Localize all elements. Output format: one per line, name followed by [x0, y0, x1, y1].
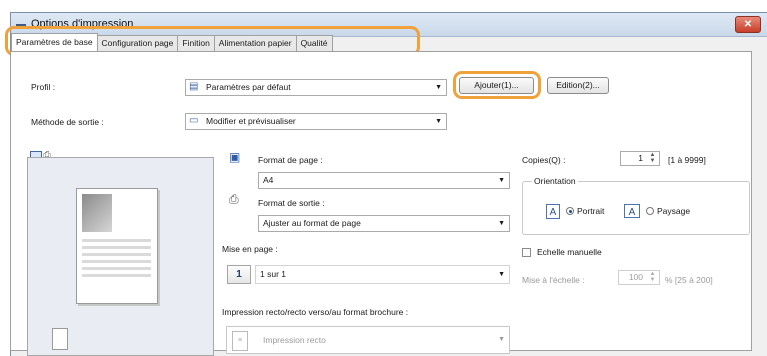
page-size-icon: ▣ [229, 150, 241, 164]
copies-input[interactable]: 1 ▲ ▼ [620, 151, 660, 166]
scaling-input[interactable]: 100 ▲ ▼ [618, 270, 660, 285]
scaling-label: Mise à l'échelle : [522, 275, 585, 285]
copies-spinner[interactable]: ▲ ▼ [647, 152, 658, 164]
landscape-label[interactable]: Paysage [657, 206, 690, 216]
close-icon: ✕ [743, 19, 753, 30]
scaling-range: % [25 à 200] [665, 275, 713, 285]
add-profile-button[interactable]: Ajouter(1)... [459, 77, 534, 94]
portrait-radio[interactable] [566, 207, 574, 215]
orientation-landscape-icon[interactable]: A [624, 204, 640, 218]
copies-label: Copies(Q) : [522, 155, 566, 165]
profile-value: Paramètres par défaut [206, 82, 291, 92]
duplex-select[interactable]: ≡ Impression recto ▼ [226, 326, 510, 354]
copies-range: [1 à 9999] [668, 155, 706, 165]
chevron-down-icon: ▼ [435, 84, 442, 91]
tab-finishing[interactable]: Finition [177, 35, 215, 51]
duplex-label: Impression recto/recto verso/au format b… [222, 307, 409, 317]
preview-page [76, 188, 158, 304]
page-size-label: Format de page : [258, 155, 323, 165]
output-size-icon: ⎙ [229, 192, 239, 206]
edit-profile-button[interactable]: Edition(2)... [547, 77, 609, 94]
scaling-value: 100 [628, 272, 643, 282]
layout-label: Mise en page : [222, 244, 278, 254]
chevron-down-icon: ▼ [498, 336, 505, 343]
output-method-label: Méthode de sortie : [31, 117, 104, 127]
output-method-icon: ▭ [189, 115, 199, 126]
manual-scaling-label[interactable]: Echelle manuelle [537, 247, 602, 257]
output-size-label: Format de sortie : [258, 198, 325, 208]
tab-page-setup[interactable]: Configuration page [96, 35, 179, 51]
page-size-select[interactable]: A4 ▼ [258, 172, 510, 189]
output-size-value: Ajuster au format de page [263, 218, 361, 228]
chevron-down-icon: ▼ [435, 118, 442, 125]
close-button[interactable]: ✕ [735, 16, 761, 33]
manual-scaling-checkbox[interactable] [522, 248, 531, 257]
page-size-value: A4 [263, 175, 274, 185]
duplex-icon: ≡ [232, 331, 248, 351]
landscape-radio[interactable] [646, 207, 654, 215]
chevron-down-icon: ▼ [498, 220, 505, 227]
chevron-down-icon: ▼ [498, 177, 505, 184]
layout-icon: 1 [227, 265, 251, 284]
duplex-value: Impression recto [263, 335, 326, 345]
profile-select[interactable]: ▤ Paramètres par défaut ▼ [185, 79, 447, 96]
orientation-title: Orientation [532, 176, 578, 186]
profile-icon: ▤ [189, 81, 199, 92]
tab-bar: Paramètres de base Configuration page Fi… [11, 33, 333, 51]
portrait-label[interactable]: Portrait [577, 206, 604, 216]
chevron-down-icon: ▼ [498, 271, 505, 278]
output-size-select[interactable]: Ajuster au format de page ▼ [258, 215, 510, 232]
layout-value: 1 sur 1 [260, 269, 286, 279]
tab-paper-source[interactable]: Alimentation papier [213, 35, 297, 51]
preview-duplex-page [52, 328, 68, 350]
layout-select[interactable]: 1 sur 1 ▼ [255, 265, 510, 284]
print-preview [27, 157, 214, 356]
output-method-value: Modifier et prévisualiser [206, 116, 296, 126]
profile-label: Profil : [31, 82, 56, 92]
orientation-portrait-icon[interactable]: A [546, 204, 560, 219]
copies-value: 1 [638, 153, 643, 163]
scaling-spinner[interactable]: ▲ ▼ [647, 271, 658, 283]
tab-quality[interactable]: Qualité [295, 35, 333, 51]
preview-image [82, 194, 112, 232]
tab-basic-settings[interactable]: Paramètres de base [11, 33, 98, 51]
output-method-select[interactable]: ▭ Modifier et prévisualiser ▼ [185, 113, 447, 130]
